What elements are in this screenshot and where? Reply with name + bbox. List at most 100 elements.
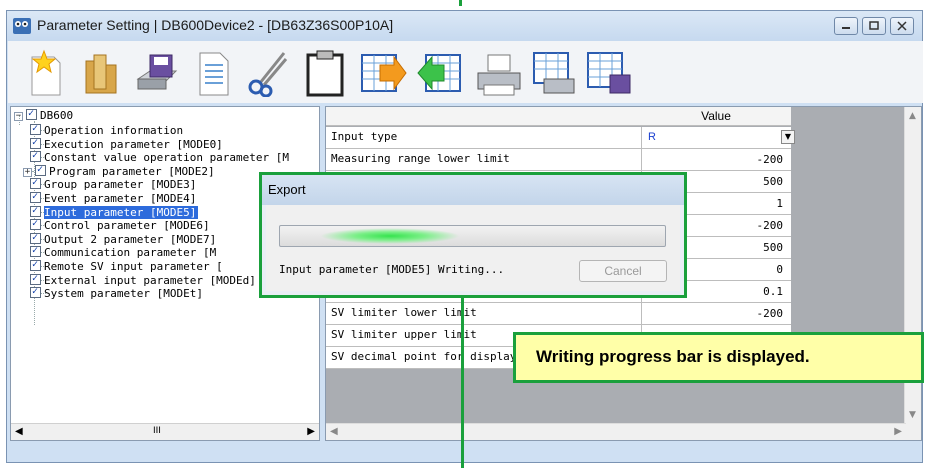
parameter-name: Input type <box>331 130 398 143</box>
export-button[interactable] <box>358 49 408 97</box>
save-icon <box>136 54 178 90</box>
save-table-button[interactable] <box>584 49 634 97</box>
callout-connector-top <box>459 0 462 6</box>
print-button[interactable] <box>474 49 524 97</box>
checkbox[interactable] <box>35 163 46 176</box>
checkbox[interactable] <box>30 149 41 163</box>
print-preview-icon <box>533 52 575 94</box>
clipboard-button[interactable] <box>300 49 350 97</box>
document-button[interactable] <box>188 49 238 97</box>
value-column-header: Value <box>701 109 731 123</box>
new-button[interactable] <box>20 49 70 97</box>
maximize-button[interactable] <box>862 17 886 35</box>
minimize-button[interactable] <box>834 17 858 35</box>
parameter-name: SV decimal point for display <box>331 350 517 363</box>
dialog-body: Input parameter [MODE5] Writing... Cance… <box>266 205 680 291</box>
maximize-icon <box>869 21 879 30</box>
collapse-icon[interactable]: − <box>14 112 23 121</box>
dialog-title-bar: Export <box>262 175 684 205</box>
parameter-value[interactable]: R <box>641 127 791 148</box>
checkbox[interactable] <box>30 231 41 244</box>
checkbox[interactable] <box>30 217 41 231</box>
grid-vertical-scrollbar[interactable]: ▲ ▼ <box>904 107 921 440</box>
tree-item-label: Constant value operation parameter [M <box>44 151 290 165</box>
checkbox[interactable] <box>30 122 41 135</box>
dialog-status-text: Input parameter [MODE5] Writing... <box>279 263 505 276</box>
grid-row[interactable]: Measuring range lower limit -200 <box>326 149 791 171</box>
window-title: Parameter Setting | DB600Device2 - [DB63… <box>37 17 394 33</box>
cancel-button[interactable]: Cancel <box>579 260 667 282</box>
tree-item[interactable]: Remote SV input parameter [ <box>30 258 223 273</box>
tree-item-label: Event parameter [MODE4] <box>44 192 197 205</box>
scroll-up-icon[interactable]: ▲ <box>909 111 916 121</box>
save-button[interactable] <box>132 49 182 97</box>
export-icon <box>361 54 407 92</box>
scroll-right-icon[interactable]: ▶ <box>894 426 902 437</box>
tree-horizontal-scrollbar[interactable]: ◀ III ▶ <box>11 423 319 440</box>
tree-item-label: Remote SV input parameter [ <box>44 260 223 273</box>
checkbox[interactable] <box>30 285 41 299</box>
import-icon <box>417 54 461 92</box>
cut-button[interactable] <box>244 49 294 98</box>
save-table-icon <box>587 52 631 94</box>
callout-text: Writing progress bar is displayed. <box>536 347 810 366</box>
tree-item[interactable]: + Program parameter [MODE2] <box>23 163 215 178</box>
close-icon <box>897 21 907 31</box>
parameter-name: Measuring range lower limit <box>331 152 510 165</box>
open-icon <box>85 54 117 94</box>
tree-item[interactable]: Group parameter [MODE3] <box>30 176 197 192</box>
checkbox[interactable] <box>30 190 41 203</box>
scroll-thumb-grip[interactable]: III <box>153 426 161 436</box>
annotation-callout: Writing progress bar is displayed. <box>513 332 924 383</box>
tree-item-label: Program parameter [MODE2] <box>49 164 215 178</box>
grid-header: Value <box>326 107 791 126</box>
print-icon <box>477 54 521 96</box>
checkbox[interactable] <box>30 258 41 271</box>
tree-item-label: Output 2 parameter [MODE7] <box>44 232 217 246</box>
tree-item-label: Execution parameter [MODE0] <box>44 137 223 151</box>
tree-item[interactable]: External input parameter [MODEd] <box>30 272 256 287</box>
tree-item[interactable]: Input parameter [MODE5] <box>30 204 199 219</box>
close-button[interactable] <box>890 17 914 35</box>
import-button[interactable] <box>416 49 466 97</box>
tree-item[interactable]: Operation information <box>30 122 183 137</box>
checkbox[interactable] <box>26 107 37 120</box>
parameter-value[interactable]: -200 <box>641 303 791 324</box>
tree-item-label: Input parameter [MODE5] <box>44 205 199 219</box>
expand-icon[interactable]: + <box>23 167 32 177</box>
tree-item[interactable]: Output 2 parameter [MODE7] <box>30 231 217 246</box>
grid-horizontal-scrollbar[interactable]: ◀ ▶ <box>326 423 906 440</box>
scroll-down-icon[interactable]: ▼ <box>909 410 916 420</box>
tree-root[interactable]: − DB600 <box>14 107 73 122</box>
tree-item[interactable]: Event parameter [MODE4] <box>30 190 197 205</box>
tree-item[interactable]: Control parameter [MODE6] <box>30 217 210 232</box>
checkbox[interactable] <box>30 272 41 285</box>
tree-item[interactable]: Constant value operation parameter [M <box>30 149 290 165</box>
title-bar: Parameter Setting | DB600Device2 - [DB63… <box>7 11 922 41</box>
tree-item-label: Group parameter [MODE3] <box>44 178 197 192</box>
writing-progress-bar <box>279 225 666 247</box>
app-icon <box>13 18 31 34</box>
checkbox[interactable] <box>30 204 41 217</box>
callout-connector <box>461 298 464 468</box>
checkbox[interactable] <box>30 136 41 149</box>
dropdown-arrow-icon[interactable]: ▼ <box>781 130 795 144</box>
grid-row[interactable]: Input type R ▼ <box>326 127 795 149</box>
tree-item[interactable]: Execution parameter [MODE0] <box>30 136 223 151</box>
new-icon <box>31 49 61 96</box>
tree-item-label: System parameter [MODEt] <box>44 287 203 301</box>
tree-item[interactable]: System parameter [MODEt] <box>30 285 203 301</box>
export-dialog: Export Input parameter [MODE5] Writing..… <box>259 172 687 298</box>
parameter-name: SV limiter upper limit <box>331 328 477 341</box>
open-button[interactable] <box>76 49 126 97</box>
scroll-right-icon[interactable]: ▶ <box>307 426 315 437</box>
grid-row[interactable]: SV limiter lower limit -200 <box>326 303 791 325</box>
scroll-left-icon[interactable]: ◀ <box>330 426 338 437</box>
print-preview-button[interactable] <box>528 49 578 97</box>
parameter-value[interactable]: -200 <box>641 149 791 170</box>
checkbox[interactable] <box>30 244 41 258</box>
tree-item[interactable]: Communication parameter [M <box>30 244 216 259</box>
scroll-left-icon[interactable]: ◀ <box>15 426 23 437</box>
minimize-icon <box>842 27 850 29</box>
checkbox[interactable] <box>30 176 41 190</box>
